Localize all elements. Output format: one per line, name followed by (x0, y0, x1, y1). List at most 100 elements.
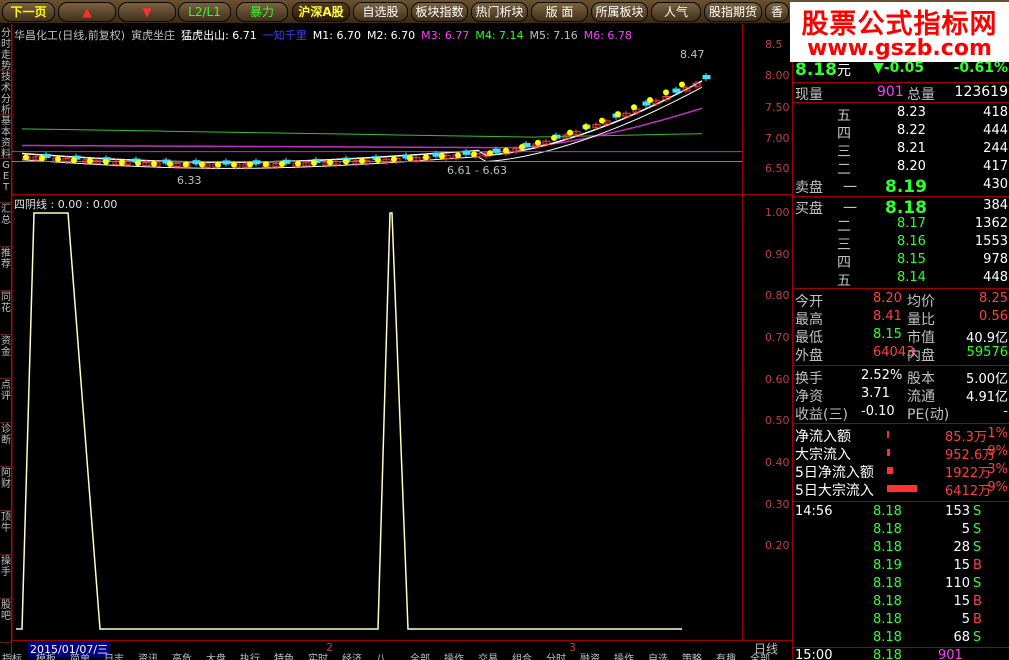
bottom-tab[interactable]: 执行 (240, 652, 260, 660)
legend-item: M6: 6.78 (583, 29, 632, 42)
left-tab[interactable]: 诊断 (0, 424, 12, 467)
quote-panel: 8.18 元 ▼-0.05 -0.61% 现量 901 总量 123619 五 8.23 418 四 8… (792, 60, 1009, 660)
indicator-axis-label: 0.40 (765, 456, 790, 470)
ask-price: 8.21 (897, 141, 926, 156)
bottom-tab[interactable]: 全部 (410, 652, 430, 660)
candlestick-chart[interactable]: 6.33 6.61 - 6.63 8.47 (12, 24, 742, 194)
bottom-tab[interactable]: 操作 (444, 652, 464, 660)
left-tab[interactable]: 股吧 (0, 600, 12, 643)
left-tab[interactable]: 阿财 (0, 468, 12, 511)
high-price-annotation: 8.47 (680, 48, 705, 61)
toolbar-button[interactable]: ▲ (58, 2, 116, 22)
tick-time: 14:56 (795, 504, 833, 519)
tick-volume: 15 (953, 594, 970, 609)
left-tab[interactable]: 基本资料 (0, 116, 12, 160)
signal-dot (487, 150, 493, 157)
signal-dot (71, 157, 77, 164)
tick-row: 8.18 5 B (793, 612, 1009, 630)
bottom-tab[interactable]: 自选 (648, 652, 668, 660)
indicator-chart[interactable] (12, 195, 742, 640)
bottom-tab[interactable]: 实时 (308, 652, 328, 660)
separator (793, 365, 1009, 366)
sell-label: 卖盘 (795, 180, 823, 196)
tick-side: S (973, 540, 982, 555)
tick-volume: 5 (961, 612, 970, 627)
stat-value: - (1003, 404, 1008, 419)
separator (793, 501, 1009, 502)
quote-row: 二 8.20 417 (793, 159, 1009, 178)
quote-row: 三 8.21 244 (793, 141, 1009, 160)
bottom-tab[interactable]: 八 (376, 652, 386, 660)
legend-item: 华昌化工(日线,前复权) (14, 29, 126, 42)
bottom-tab[interactable]: 特色 (274, 652, 294, 660)
quote-row: 买盘 (793, 198, 1009, 217)
toolbar-button[interactable]: 热门析块 (471, 2, 528, 22)
left-tab[interactable]: 点评 (0, 380, 12, 423)
left-tab[interactable]: 技术分析 (0, 72, 12, 116)
bottom-tab[interactable]: 指标 (2, 652, 22, 660)
toolbar-button[interactable]: 香 (765, 2, 789, 22)
ask-price: 8.20 (897, 159, 926, 174)
candle-body (672, 88, 681, 93)
bottom-tab[interactable]: 日志 (104, 652, 124, 660)
toolbar-button[interactable]: 人气 (651, 2, 701, 22)
bottom-tab[interactable]: 简单 (70, 652, 90, 660)
quote-row: 五 8.14 448 (793, 270, 1009, 289)
left-tab[interactable]: 同花 (0, 292, 12, 335)
bottom-tab[interactable]: 操作 (614, 652, 634, 660)
bottom-tab[interactable]: 组合 (512, 652, 532, 660)
toolbar-button[interactable]: L2/L1 (178, 2, 231, 22)
signal-dot (343, 158, 349, 165)
signal-dot (599, 117, 605, 124)
bottom-tab[interactable]: 交易 (478, 652, 498, 660)
price-unit: 元 (837, 63, 851, 79)
bottom-tab[interactable]: 大盘 (206, 652, 226, 660)
signal-dot (327, 159, 333, 166)
quote-row: 四 8.15 978 (793, 252, 1009, 271)
tick-row: 8.18 15 B (793, 594, 1009, 612)
signal-dot (423, 154, 429, 161)
signal-dot (519, 143, 525, 150)
bottom-tab[interactable]: 高危 (172, 652, 192, 660)
toolbar-button[interactable]: 版 面 (531, 2, 588, 22)
ask-volume: 418 (983, 105, 1008, 120)
bottom-tab[interactable]: 有趣 (716, 652, 736, 660)
toolbar-button[interactable]: 暴力 (236, 2, 288, 22)
candle-body (432, 152, 441, 157)
bottom-tab[interactable]: 融资 (580, 652, 600, 660)
quote-row: 5日大宗流入 6412万 9% (793, 480, 1009, 499)
indicator-axis-label: 0.30 (765, 497, 790, 511)
bottom-tab[interactable]: 全部 (750, 652, 770, 660)
last-tick-value: 8.18 (873, 648, 902, 660)
quote-row: 现量 901 总量 123619 (793, 84, 1009, 103)
left-tab[interactable]: 操手 (0, 556, 12, 599)
legend-item: 猛虎出山: 6.71 (181, 29, 257, 42)
bottom-tab[interactable]: 分时 (546, 652, 566, 660)
price-axis: 8.5 8.00 7.50 7.00 6.50 1.00 0.90 0.80 0.70 0.60 0… (742, 24, 792, 640)
quote-row: 二 8.17 1362 (793, 216, 1009, 235)
toolbar-button[interactable]: 下一页 (2, 2, 55, 22)
bottom-tab[interactable]: 资讯 (138, 652, 158, 660)
candle-body (462, 150, 471, 155)
left-tab[interactable]: GET (0, 160, 12, 203)
left-tab[interactable]: 资金 (0, 336, 12, 379)
bottom-tab[interactable]: 策略 (682, 652, 702, 660)
left-tab[interactable]: 顶牛 (0, 512, 12, 555)
bottom-tab[interactable]: 模板 (36, 652, 56, 660)
toolbar-button[interactable]: ▼ (118, 2, 176, 22)
toolbar-button[interactable]: 股指期货 (704, 2, 762, 22)
toolbar-button[interactable]: 沪深A股 (292, 2, 350, 22)
quote-row: 五 8.23 418 (793, 105, 1009, 124)
quote-row: 大宗流入 952.6万 9% (793, 444, 1009, 463)
bottom-tab[interactable]: 经济 (342, 652, 362, 660)
toolbar-button[interactable]: 板块指数 (411, 2, 468, 22)
toolbar-button[interactable]: 自选股 (353, 2, 408, 22)
left-tab[interactable]: 分时走势 (0, 28, 12, 72)
signal-dot (583, 123, 589, 130)
separator (793, 102, 1009, 103)
left-tab[interactable]: 汇总 (0, 204, 12, 247)
indicator-axis-label: 0.60 (765, 372, 790, 386)
tick-row: 8.18 5 S (793, 522, 1009, 540)
left-tab[interactable]: 推荐 (0, 248, 12, 291)
toolbar-button[interactable]: 所属板块 (591, 2, 648, 22)
